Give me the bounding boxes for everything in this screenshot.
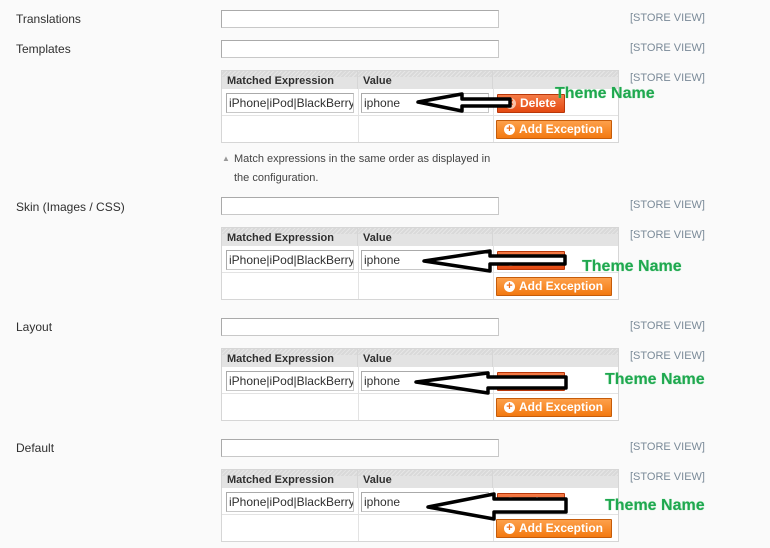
arrow-annotation [426,492,568,521]
